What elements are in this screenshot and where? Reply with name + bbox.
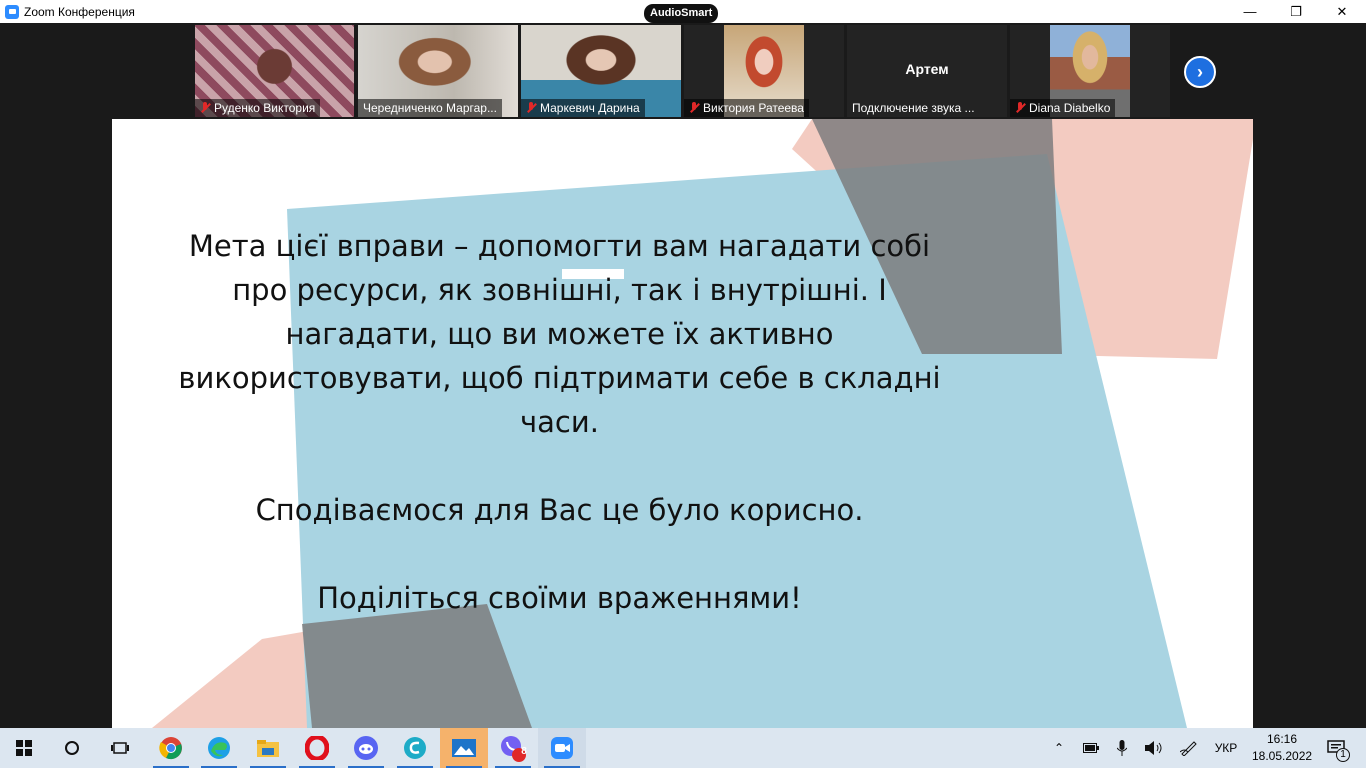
participant-tile[interactable]: Виктория Ратеева [684,25,844,117]
close-button[interactable]: ✕ [1319,0,1365,23]
taskbar-edge[interactable] [195,728,243,768]
slide-paragraph-main: Мета цієї вправи – допомогти вам нагадат… [178,229,941,439]
microphone-icon [1117,740,1127,756]
taskbar-chrome[interactable] [147,728,195,768]
speaker-icon [1145,741,1162,755]
search-icon [65,741,79,755]
search-button[interactable] [48,728,96,768]
restore-button[interactable]: ❐ [1273,0,1319,23]
start-icon [16,740,32,756]
microphone-indicator[interactable] [1111,728,1133,768]
participant-name: Diana Diabelko [1029,101,1111,115]
pen-workspace-button[interactable] [1178,728,1200,768]
taskbar-file-explorer[interactable] [244,728,292,768]
slide-paragraph-thanks: Сподіваємося для Вас це було корисно. [255,493,864,527]
participant-name-bar: Подключение звука ... [847,99,980,117]
muted-mic-icon [526,102,536,114]
viber-unread-badge: 8 [521,746,527,757]
participant-name-bar: Маркевич Дарина [521,99,645,117]
next-participants-button[interactable]: › [1184,56,1216,88]
pen-icon [1180,741,1197,756]
taskbar-photos[interactable] [440,728,488,768]
participant-tile[interactable]: Чередниченко Маргар... [358,25,518,117]
participant-name: Чередниченко Маргар... [363,101,497,115]
battery-icon [1083,743,1099,753]
taskbar-viber[interactable]: 8 [489,728,537,768]
photos-icon [452,739,476,757]
taskbar-discord[interactable] [342,728,390,768]
zoom-app-icon [5,4,19,19]
task-view-icon [111,742,129,754]
battery-indicator[interactable] [1080,728,1102,768]
file-explorer-icon [257,740,279,757]
slide-paragraph-share: Поділіться своїми враженнями! [317,581,802,615]
discord-icon [354,736,378,760]
opera-icon [305,736,329,760]
clock-time: 16:16 [1266,732,1298,746]
participant-name-bar: Чередниченко Маргар... [358,99,502,117]
title-bar: Zoom Конференция AudioSmart — ❐ ✕ [0,0,1366,23]
chrome-icon [159,737,182,760]
participant-name: Виктория Ратеева [703,101,804,115]
participant-tile[interactable]: Маркевич Дарина [521,25,681,117]
volume-button[interactable] [1143,728,1165,768]
muted-mic-icon [200,102,210,114]
participant-name-bar: Виктория Ратеева [684,99,809,117]
slide-text: Мета цієї вправи – допомогти вам нагадат… [172,224,947,664]
muted-mic-icon [689,102,699,114]
windows-taskbar: 8 ⌃ УКР 16:16 18.05.2022 1 [0,728,1366,768]
muted-mic-icon [1015,102,1025,114]
chevron-right-icon: › [1197,61,1203,82]
taskbar-clock[interactable]: 16:16 18.05.2022 [1252,731,1312,765]
participant-name: Маркевич Дарина [540,101,640,115]
show-hidden-icons-button[interactable]: ⌃ [1048,728,1070,768]
participant-name: Руденко Виктория [214,101,316,115]
taskbar-opera[interactable] [293,728,341,768]
participant-tile[interactable]: Diana Diabelko [1010,25,1170,117]
participant-status: Подключение звука ... [852,101,975,115]
edge-icon [208,737,230,759]
clock-date: 18.05.2022 [1252,749,1313,763]
participant-tile[interactable]: Артем Подключение звука ... [847,25,1007,117]
taskbar-zoom[interactable] [538,728,586,768]
minimize-button[interactable]: — [1227,0,1273,23]
zoom-icon [551,737,573,759]
participant-tile[interactable]: Руденко Виктория [195,25,354,117]
notification-center-button[interactable]: 1 [1320,728,1352,768]
start-button[interactable] [0,728,48,768]
notification-count-badge: 1 [1336,748,1350,762]
shared-screen-slide: Мета цієї вправи – допомогти вам нагадат… [112,119,1253,728]
taskbar-creative[interactable] [391,728,439,768]
participant-display-name: Артем [905,61,949,77]
participant-name-bar: Diana Diabelko [1010,99,1116,117]
audiosmart-badge[interactable]: AudioSmart [644,4,719,23]
window-title: Zoom Конференция [24,4,135,19]
participant-name-bar: Руденко Виктория [195,99,321,117]
input-language-indicator[interactable]: УКР [1208,728,1244,768]
chevron-up-icon: ⌃ [1053,741,1065,755]
creative-cloud-icon [404,737,426,759]
task-view-button[interactable] [96,728,144,768]
